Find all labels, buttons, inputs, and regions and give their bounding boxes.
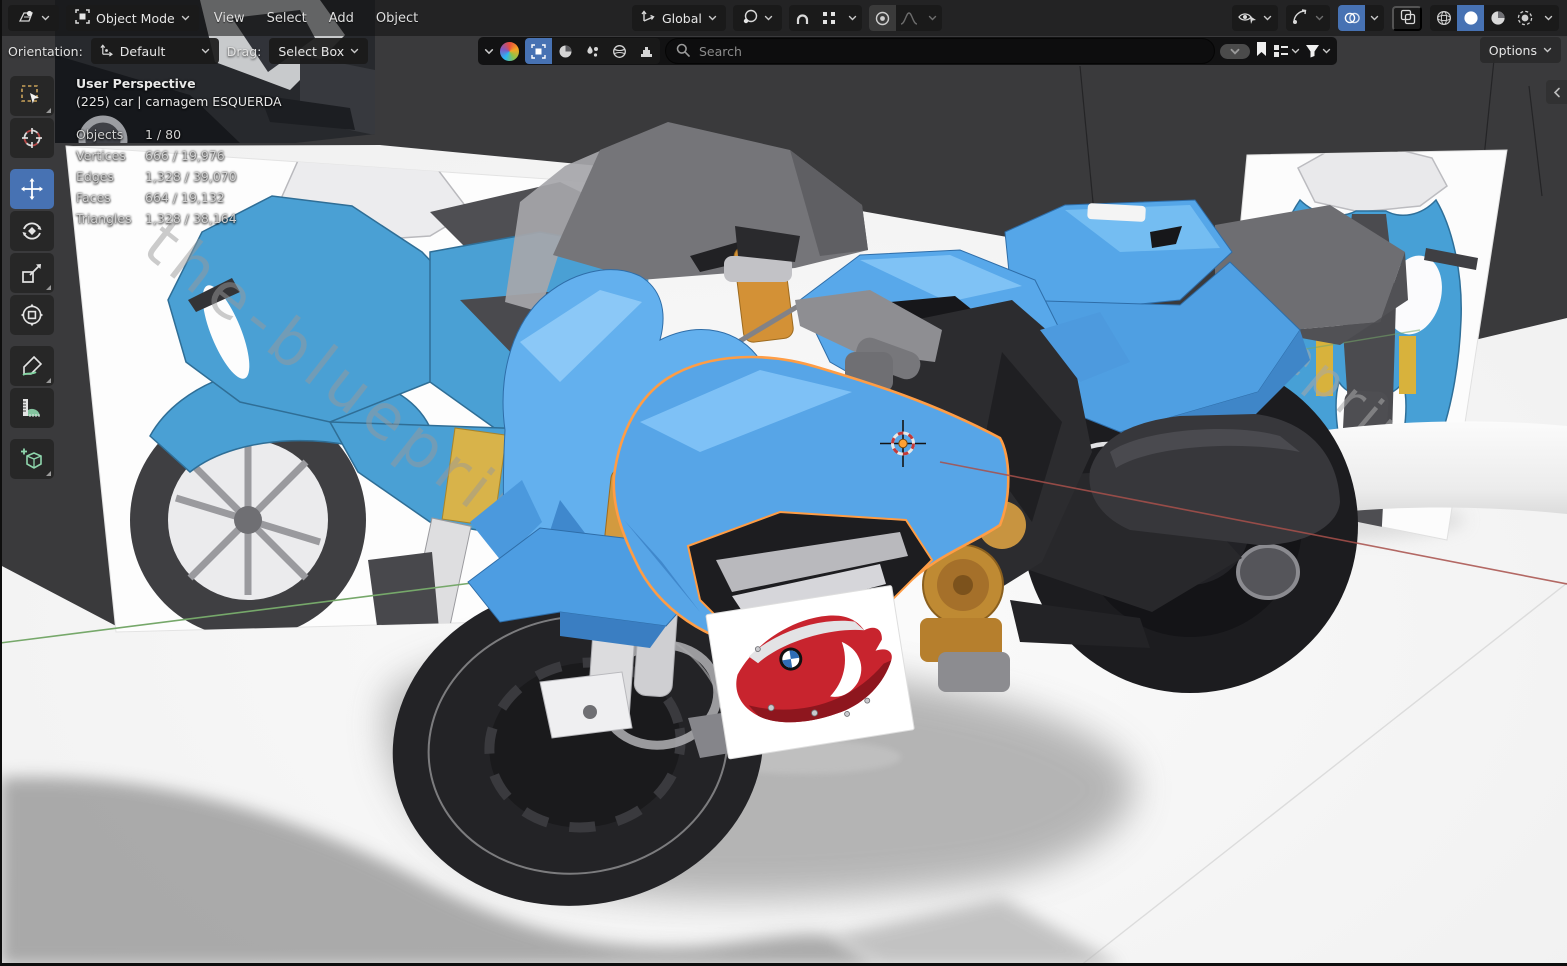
proportional-edit-group [868,5,942,31]
chevron-down-icon [1543,47,1552,53]
viewport-header: Object Mode View Select Add Object Globa… [0,0,1567,36]
chevron-down-icon[interactable] [923,15,942,21]
object-mode-icon [75,9,90,27]
menu-bar: View Select Add Object [203,5,429,31]
shading-rendered-button[interactable] [1511,5,1538,31]
object-origin-dot [898,438,908,449]
shading-solid-button[interactable] [1457,5,1484,31]
tool-settings-bar: Orientation: Default Drag: Select Box Se… [0,36,1567,66]
chevron-down-icon [41,15,50,21]
material-filter-button[interactable] [552,38,579,64]
chevron-down-icon[interactable] [1365,15,1384,21]
orientation-value: Global [662,10,702,26]
tool-scale[interactable] [10,253,54,293]
drag-label: Drag: [226,43,262,59]
proportional-edit-toggle[interactable] [868,5,896,31]
tool-transform[interactable] [10,295,54,335]
menu-select[interactable]: Select [256,5,318,31]
brush-filter-button[interactable] [633,38,660,64]
chevron-down-icon [764,15,773,21]
stat-row: Triangles 1,328 / 38,164 [76,211,237,226]
asset-search-bar [478,37,1337,65]
tool-measure[interactable] [10,388,54,428]
model-filter-button[interactable] [525,38,552,64]
drag-mode-value: Select Box [278,43,345,59]
chevron-down-icon[interactable] [843,15,862,21]
paint-filter-button[interactable] [579,38,606,64]
editor-type-selector[interactable] [8,5,59,31]
shading-mode-group [1430,5,1559,31]
chevron-down-icon [181,15,190,21]
tool-annotate[interactable] [10,346,54,386]
asset-type-filters [525,38,660,64]
gizmo-icon [1292,9,1309,27]
sidebar-toggle-button[interactable] [1546,80,1567,104]
show-overlays-toggle[interactable] [1338,5,1365,31]
chevron-down-icon [1315,15,1324,21]
orientation-value: Default [119,43,166,59]
orientation-axes-icon [641,9,656,27]
drag-mode-dropdown[interactable]: Select Box [269,38,369,64]
orientation-label: Orientation: [8,43,83,59]
bookmark-icon[interactable] [1255,41,1268,61]
chevron-down-icon [1263,15,1272,21]
tool-rotate[interactable] [10,211,54,251]
chevron-down-icon [1322,48,1331,54]
mode-selector[interactable]: Object Mode [66,5,199,31]
menu-view[interactable]: View [203,5,256,31]
tool-cursor[interactable] [10,118,54,158]
pivot-point-dropdown[interactable] [732,5,782,31]
filter-funnel-dropdown[interactable] [1305,44,1331,58]
tool-add-cube[interactable] [10,439,54,479]
viewport-stats-overlay: User Perspective (225) car | carnagem ES… [76,76,282,229]
tool-move[interactable] [10,169,54,209]
stat-row: Vertices 666 / 19,976 [76,148,225,163]
shading-material-button[interactable] [1484,5,1511,31]
object-visibility-icon [1238,10,1257,27]
tool-shelf [10,76,54,481]
snapping-group [788,5,862,31]
stat-row: Edges 1,328 / 39,070 [76,169,237,184]
options-dropdown[interactable]: Options [1479,37,1561,63]
gizmos-dropdown[interactable] [1286,5,1330,31]
search-input[interactable] [697,42,1204,60]
options-label: Options [1488,42,1537,58]
stat-row: Faces 664 / 19,132 [76,190,225,205]
display-mode-dropdown[interactable] [1273,44,1300,58]
world-filter-button[interactable] [606,38,633,64]
transform-orientation-dropdown[interactable]: Global [632,5,726,31]
search-icon [676,42,690,61]
chevron-down-icon[interactable] [1538,15,1559,21]
chevron-down-icon [350,48,359,54]
viewport-editor-icon [17,10,35,27]
orientation-dropdown[interactable]: Default [90,38,219,64]
object-visibility-dropdown[interactable] [1232,5,1278,31]
toggle-xray-button[interactable] [1392,5,1422,31]
collapse-chevron-icon[interactable] [484,48,494,55]
chevron-down-icon [708,15,717,21]
pivot-point-icon [742,9,758,28]
active-collection-breadcrumb: (225) car | carnagem ESQUERDA [76,94,282,109]
orientation-axes-icon [100,43,114,60]
overlays-group [1338,5,1384,31]
view-name: User Perspective [76,76,196,91]
falloff-curve-dropdown[interactable] [896,5,923,31]
shading-wireframe-button[interactable] [1430,5,1457,31]
asset-search-field[interactable] [665,38,1215,64]
blender-window: the-blueprints.com the-blueprints.com th… [0,0,1567,966]
stat-row: Objects 1 / 80 [76,127,182,142]
reference-photo-red-fairing[interactable] [705,585,915,760]
menu-add[interactable]: Add [318,5,365,31]
mode-label: Object Mode [96,10,175,26]
expand-results-chevron[interactable] [1220,43,1250,59]
chevron-down-icon [1291,48,1300,54]
chevron-down-icon [201,48,210,54]
window-edge-left [0,0,2,966]
tool-select-box[interactable] [10,76,54,116]
menu-object[interactable]: Object [365,5,429,31]
blenderkit-logo-icon[interactable] [499,40,520,62]
snap-magnet-toggle[interactable] [789,5,816,31]
snap-target-dropdown[interactable] [816,5,843,31]
